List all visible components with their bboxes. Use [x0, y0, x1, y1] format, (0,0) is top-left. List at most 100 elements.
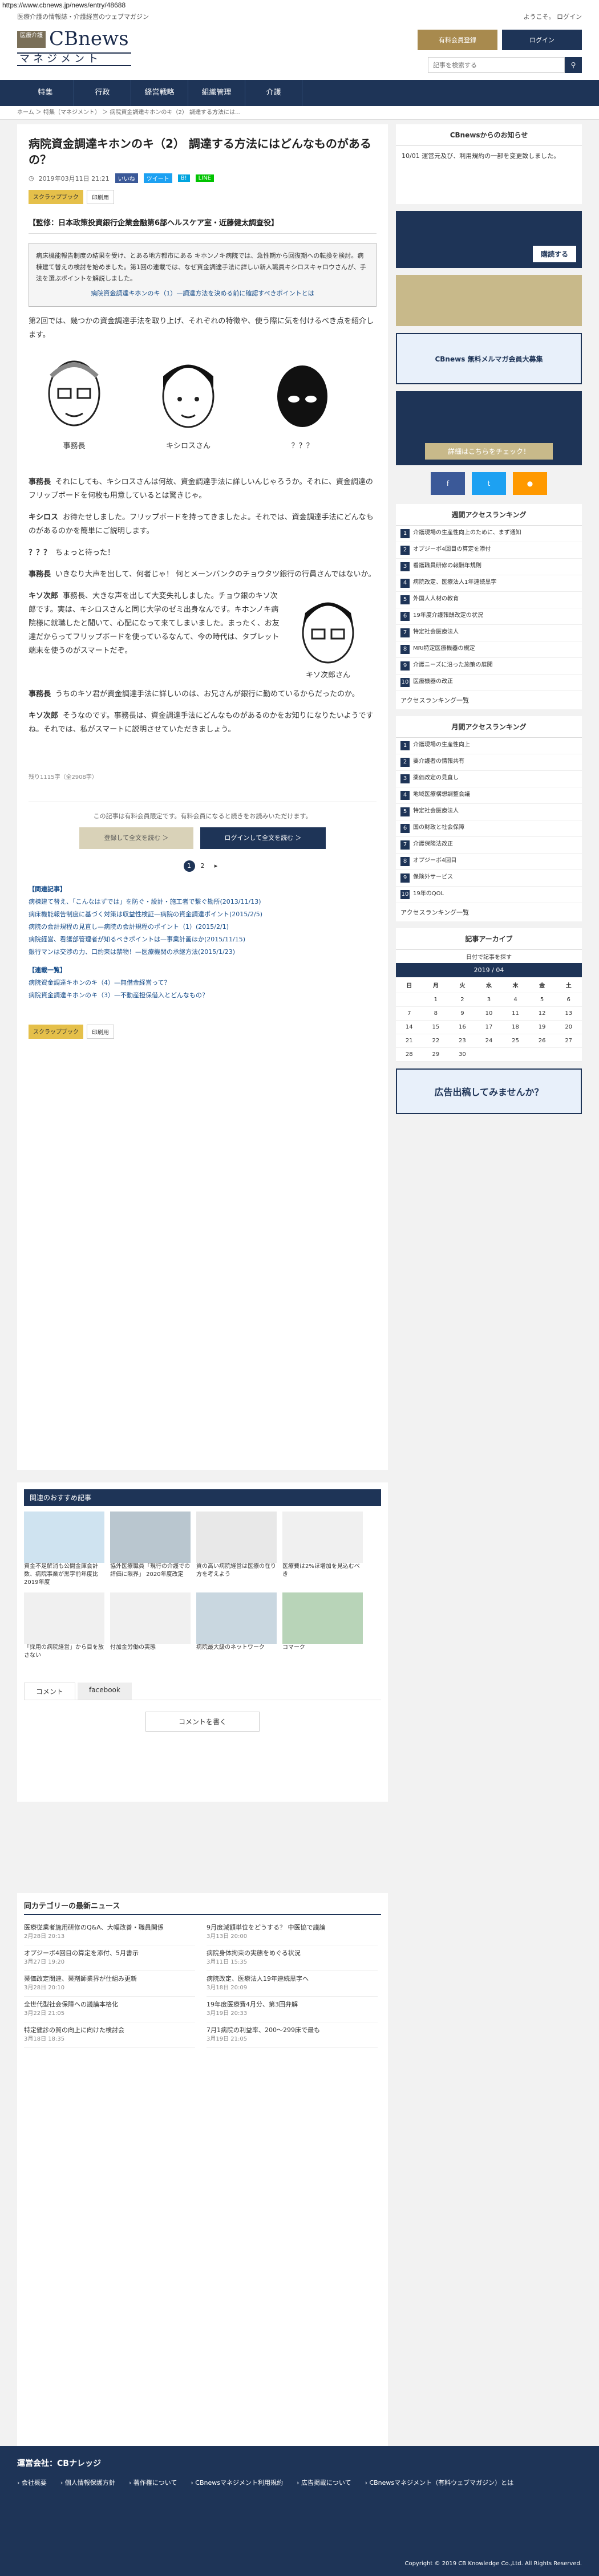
ranking-item[interactable]: 4 病院改定、医療法人1年連続黒字	[396, 575, 582, 592]
news-item[interactable]: 病院身体拘束の実態をめぐる状況 3月11日 15:35	[207, 1945, 378, 1971]
calendar-day[interactable]: 30	[449, 1047, 476, 1062]
login-button[interactable]: ログイン	[502, 30, 582, 50]
search-input[interactable]	[428, 57, 565, 73]
calendar-day[interactable]: 16	[449, 1020, 476, 1034]
calendar-day[interactable]: 22	[422, 1034, 450, 1048]
calendar-day[interactable]: 20	[555, 1020, 582, 1034]
ranking-item[interactable]: 4 地域医療構想調整会議	[396, 787, 582, 804]
print-button[interactable]: 印刷用	[87, 190, 114, 204]
search-icon[interactable]: ⚲	[565, 57, 582, 73]
calendar-day[interactable]: 19	[528, 1020, 556, 1034]
calendar-day[interactable]: 23	[449, 1034, 476, 1048]
scrapbook-button[interactable]: スクラップブック	[29, 190, 83, 204]
footer-link[interactable]: › 広告掲載について	[297, 2478, 351, 2487]
news-item[interactable]: 特定健診の質の向上に向けた検討会 3月18日 18:35	[24, 2022, 195, 2048]
calendar-day[interactable]: 3	[475, 993, 503, 1007]
tab-comment[interactable]: コメント	[24, 1683, 76, 1700]
register-button[interactable]: 有料会員登録	[418, 30, 497, 50]
recommend-card[interactable]: 付加金労働の実態	[110, 1592, 191, 1660]
calendar-month[interactable]: 2019 / 04	[396, 963, 582, 977]
related-link[interactable]: 銀行マンは交渉の力、口約束は禁物！—医療機関の承継方法(2015/1/23)	[29, 946, 377, 958]
calendar-day[interactable]: 24	[475, 1034, 503, 1048]
ranking-item[interactable]: 1 介護現場の生産性向上	[396, 738, 582, 754]
ad-subscribe[interactable]: 購読する	[396, 211, 582, 268]
news-item[interactable]: オプジーボ4回目の算定を添付、5月書示 3月27日 19:20	[24, 1945, 195, 1971]
page-1[interactable]: 1	[183, 860, 195, 872]
series-link[interactable]: 病院資金調達キホンのキ（3）—不動産担保借入とどんなもの？	[29, 989, 377, 1002]
news-item[interactable]: 全世代型社会保障への議論本格化 3月22日 21:05	[24, 1997, 195, 2022]
ranking-item[interactable]: 10 19年のQOL	[396, 887, 582, 903]
news-item[interactable]: 病院改定、医療法人19年連続黒字へ 3月18日 20:09	[207, 1971, 378, 1997]
line-button[interactable]: LINE	[195, 174, 214, 182]
welcome-login[interactable]: ようこそ。 ログイン	[524, 12, 582, 21]
register-read-button[interactable]: 登録して全文を読む ＞	[79, 827, 193, 849]
hatena-button[interactable]: B!	[177, 174, 190, 182]
like-button[interactable]: いいね	[115, 173, 138, 183]
site-logo[interactable]: 医療介護 CBnews マネジメント	[17, 27, 131, 68]
recommend-card[interactable]: 医療費は2%ほ増加を見込むべき	[282, 1512, 363, 1587]
url-bar[interactable]: https://www.cbnews.jp/news/entry/48688	[0, 0, 599, 10]
related-link[interactable]: 病院経営、看護部管理者が知るべきポイントは—事業計画ほか(2015/11/15)	[29, 933, 377, 946]
login-read-button[interactable]: ログインして全文を読む ＞	[200, 827, 326, 849]
page-2[interactable]: 2	[197, 860, 208, 872]
ranking-item[interactable]: 3 看護職員研修の報酬年規則	[396, 559, 582, 575]
calendar-day[interactable]: 9	[449, 1006, 476, 1021]
ad-mailmag[interactable]: CBnews 無料メルマガ会員大募集	[396, 333, 582, 384]
calendar-day[interactable]: 21	[396, 1034, 423, 1048]
calendar-day[interactable]: 5	[528, 993, 556, 1007]
nav-item[interactable]: 経営戦略	[131, 80, 188, 106]
related-link[interactable]: 病棟建て替え、「こんなはずでは」を防ぐ・設計・施工者で繋ぐ勘所(2013/11/…	[29, 896, 377, 908]
monthly-more-link[interactable]: アクセスランキング一覧	[396, 903, 582, 921]
news-item[interactable]: 薬価改定関連、薬剤師業界が仕組み更新 3月28日 20:10	[24, 1971, 195, 1997]
recommend-card[interactable]: コマーク	[282, 1592, 363, 1660]
calendar-day[interactable]: 27	[555, 1034, 582, 1048]
calendar-day[interactable]: 13	[555, 1006, 582, 1021]
footer-link[interactable]: › CBnewsマネジメント（有料ウェブマガジン）とは	[365, 2478, 514, 2487]
calendar-day[interactable]: 10	[475, 1006, 503, 1021]
ad-banner[interactable]	[396, 275, 582, 326]
calendar-day[interactable]: 18	[502, 1020, 529, 1034]
nav-item[interactable]: 組織管理	[188, 80, 245, 106]
write-comment-button[interactable]: コメントを書く	[145, 1712, 260, 1732]
recommend-card[interactable]: 資金不足解消も公開金庫会計数、病院事業が黒字前年度比2019年度	[24, 1512, 104, 1587]
facebook-icon[interactable]: f	[431, 472, 465, 495]
related-link[interactable]: 病床機能報告制度に基づく対策は収益性検証—病院の資金調達ポイント(2015/2/…	[29, 908, 377, 921]
ad-cbnews[interactable]: 詳細はこちらをチェック！	[396, 391, 582, 465]
footer-link[interactable]: › 会社概要	[17, 2478, 47, 2487]
calendar-day[interactable]: 25	[502, 1034, 529, 1048]
calendar-day[interactable]: 6	[555, 993, 582, 1007]
recommend-card[interactable]: 病院最大級のネットワーク	[196, 1592, 277, 1660]
calendar-day[interactable]: 11	[502, 1006, 529, 1021]
calendar-day[interactable]: 12	[528, 1006, 556, 1021]
news-item[interactable]: 19年度医療費4月分、第3回弁解 3月19日 20:33	[207, 1997, 378, 2022]
ranking-item[interactable]: 7 介護保険法改正	[396, 837, 582, 854]
calendar-day[interactable]: 1	[422, 993, 450, 1007]
calendar-day[interactable]: 15	[422, 1020, 450, 1034]
ranking-item[interactable]: 3 薬価改定の見直し	[396, 771, 582, 787]
calendar-day[interactable]: 26	[528, 1034, 556, 1048]
calendar-day[interactable]: 2	[449, 993, 476, 1007]
ranking-item[interactable]: 2 オプジーボ4回目の算定を添付	[396, 542, 582, 559]
ranking-item[interactable]: 5 特定社会医療法人	[396, 804, 582, 820]
recommend-card[interactable]: 「採用の病院経営」から目を放さない	[24, 1592, 104, 1660]
ranking-item[interactable]: 9 介護ニーズに沿った施策の展開	[396, 658, 582, 675]
ranking-item[interactable]: 6 国の財政と社会保障	[396, 820, 582, 837]
recommend-card[interactable]: 協外医療職員「現行の介護での評価に限界」 2020年度改定	[110, 1512, 191, 1587]
footer-link[interactable]: › 著作権について	[129, 2478, 177, 2487]
news-item[interactable]: 7月1病院の利益率、200〜299床で最も 3月19日 21:05	[207, 2022, 378, 2048]
news-item[interactable]: 9月度減額単位をどうする？ 中医協で議論 3月13日 20:00	[207, 1920, 378, 1945]
calendar-day[interactable]: 17	[475, 1020, 503, 1034]
ranking-item[interactable]: 8 オプジーボ4回目	[396, 854, 582, 870]
notice-item[interactable]: 10/01 運営元及び、利用規約の一部を変更致しました。	[396, 146, 582, 166]
calendar-day[interactable]: 29	[422, 1047, 450, 1062]
tab-facebook[interactable]: facebook	[78, 1683, 132, 1700]
ranking-item[interactable]: 6 19年度介護報酬改定の状況	[396, 608, 582, 625]
ranking-item[interactable]: 7 特定社会医療法人	[396, 625, 582, 641]
ranking-item[interactable]: 2 要介護者の情報共有	[396, 754, 582, 771]
print-button[interactable]: 印刷用	[87, 1025, 114, 1039]
rss-icon[interactable]: ●	[513, 472, 547, 495]
tweet-button[interactable]: ツイート	[143, 173, 172, 183]
nav-item[interactable]: 介護	[245, 80, 302, 106]
ranking-item[interactable]: 1 介護現場の生産性向上のために、まず通知	[396, 526, 582, 542]
ranking-item[interactable]: 8 MRI特定医療機器の規定	[396, 641, 582, 658]
